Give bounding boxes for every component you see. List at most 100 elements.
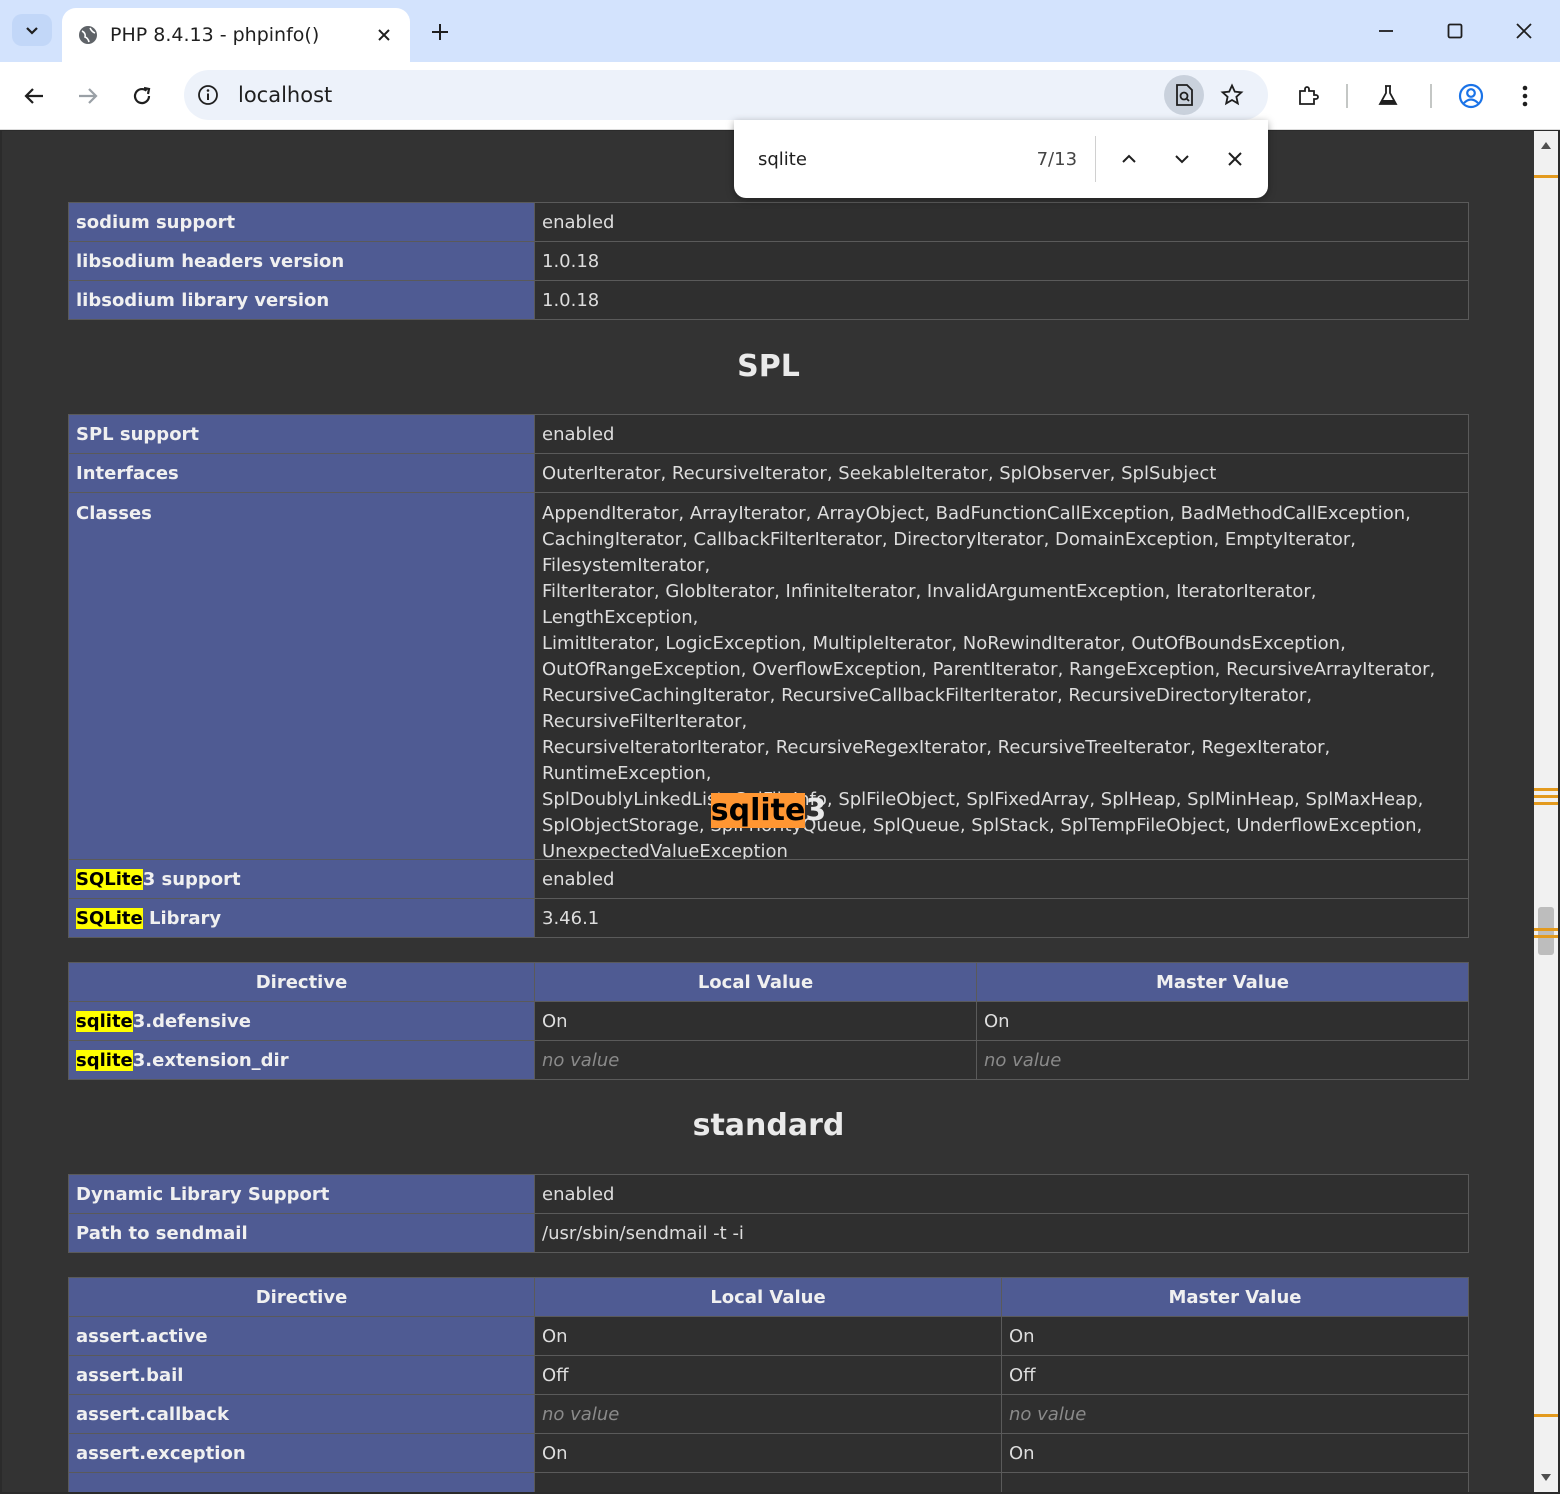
table-row: assert.exception On On bbox=[68, 1433, 1469, 1473]
find-input[interactable]: sqlite bbox=[758, 149, 971, 170]
row-value: enabled bbox=[534, 202, 1469, 242]
local-value: no value bbox=[534, 1040, 977, 1080]
labs-button[interactable] bbox=[1368, 76, 1408, 116]
find-match-marker bbox=[1534, 795, 1558, 798]
vertical-scrollbar[interactable] bbox=[1534, 131, 1558, 1492]
forward-button[interactable] bbox=[68, 76, 108, 116]
new-tab-button[interactable] bbox=[424, 16, 456, 48]
row-key-rest: 3 support bbox=[142, 868, 241, 890]
row-key: sodium support bbox=[68, 202, 535, 242]
table-header-row: Directive Local Value Master Value bbox=[68, 962, 1469, 1002]
column-header: Master Value bbox=[1001, 1277, 1469, 1317]
extensions-button[interactable] bbox=[1288, 76, 1328, 116]
classes-line: AppendIterator, ArrayIterator, ArrayObje… bbox=[542, 503, 1411, 524]
toolbar-separator bbox=[1430, 84, 1432, 108]
scroll-up-button[interactable] bbox=[1534, 133, 1558, 157]
minimize-icon bbox=[1379, 30, 1393, 32]
section-title-spl: SPL bbox=[737, 349, 800, 384]
classes-line: RecursiveCachingIterator, RecursiveCallb… bbox=[542, 685, 1313, 732]
chevron-down-icon bbox=[26, 27, 38, 35]
master-value: On bbox=[1001, 1316, 1469, 1356]
table-row: libsodium headers version 1.0.18 bbox=[68, 241, 1469, 281]
find-match-marker bbox=[1534, 788, 1558, 791]
table-row-partial bbox=[68, 1472, 1469, 1492]
address-bar[interactable]: localhost bbox=[184, 70, 1268, 120]
master-value bbox=[1001, 1472, 1469, 1492]
back-button[interactable] bbox=[14, 76, 54, 116]
row-value: /usr/sbin/sendmail -t -i bbox=[534, 1213, 1469, 1253]
table-row: SPL support enabled bbox=[68, 414, 1469, 454]
find-current-match: sqlite bbox=[710, 793, 806, 828]
sqlite3-directives-table: Directive Local Value Master Value sqlit… bbox=[68, 962, 1469, 1080]
tab-title: PHP 8.4.13 - phpinfo() bbox=[110, 24, 320, 46]
row-key: Interfaces bbox=[68, 453, 535, 493]
row-key: assert.exception bbox=[68, 1433, 535, 1473]
minimize-button[interactable] bbox=[1366, 14, 1406, 48]
page-viewport: sodium support enabled libsodium headers … bbox=[2, 131, 1534, 1492]
tab-close-button[interactable] bbox=[370, 21, 398, 49]
find-match: SQLite bbox=[76, 907, 143, 929]
row-key-rest: Library bbox=[142, 907, 222, 929]
close-icon bbox=[1516, 23, 1532, 39]
table-row: sodium support enabled bbox=[68, 202, 1469, 242]
find-previous-button[interactable] bbox=[1110, 139, 1149, 179]
zoom-page-icon bbox=[1176, 84, 1193, 106]
window-close-button[interactable] bbox=[1504, 14, 1544, 48]
row-value: 1.0.18 bbox=[534, 241, 1469, 281]
account-icon bbox=[1458, 83, 1484, 109]
find-close-button[interactable] bbox=[1215, 139, 1254, 179]
globe-icon bbox=[79, 26, 97, 44]
scroll-down-button[interactable] bbox=[1534, 1466, 1558, 1490]
row-key: SPL support bbox=[68, 414, 535, 454]
arrow-right-icon bbox=[79, 88, 98, 104]
row-value: enabled bbox=[534, 1174, 1469, 1214]
find-next-button[interactable] bbox=[1163, 139, 1202, 179]
table-row: SQLite Library 3.46.1 bbox=[68, 898, 1469, 938]
profile-button[interactable] bbox=[1451, 76, 1491, 116]
row-key: sqlite3.defensive bbox=[68, 1001, 535, 1041]
row-key: SQLite3 support bbox=[68, 859, 535, 899]
find-match-marker bbox=[1534, 928, 1558, 931]
row-key: libsodium library version bbox=[68, 280, 535, 320]
scrollbar-thumb[interactable] bbox=[1538, 907, 1554, 955]
row-key: libsodium headers version bbox=[68, 241, 535, 281]
table-row: Interfaces OuterIterator, RecursiveIterat… bbox=[68, 453, 1469, 493]
row-key: Path to sendmail bbox=[68, 1213, 535, 1253]
table-row: Dynamic Library Support enabled bbox=[68, 1174, 1469, 1214]
chevron-up-icon bbox=[1122, 154, 1137, 163]
info-icon bbox=[198, 85, 218, 105]
menu-button[interactable] bbox=[1505, 76, 1545, 116]
tab-search-button[interactable] bbox=[12, 14, 52, 46]
table-row: Path to sendmail/usr/sbin/sendmail -t -i bbox=[68, 1213, 1469, 1253]
local-value bbox=[534, 1472, 1002, 1492]
master-value: no value bbox=[1001, 1394, 1469, 1434]
master-value: On bbox=[1001, 1433, 1469, 1473]
find-match-marker bbox=[1534, 802, 1558, 805]
bookmark-button[interactable] bbox=[1212, 75, 1252, 115]
row-key: assert.active bbox=[68, 1316, 535, 1356]
row-key: SQLite Library bbox=[68, 898, 535, 938]
section-title-rest: 3 bbox=[805, 793, 827, 828]
reload-button[interactable] bbox=[122, 76, 162, 116]
table-row: sqlite3.extension_dir no value no value bbox=[68, 1040, 1469, 1080]
column-header: Local Value bbox=[534, 1277, 1002, 1317]
browser-tab-active[interactable]: PHP 8.4.13 - phpinfo() bbox=[62, 8, 410, 62]
triangle-up-icon bbox=[1541, 142, 1551, 149]
close-icon bbox=[1227, 152, 1242, 166]
row-key-rest: 3.defensive bbox=[132, 1010, 251, 1032]
site-info-button[interactable] bbox=[196, 83, 220, 107]
page-search-button[interactable] bbox=[1164, 75, 1204, 115]
row-key: assert.callback bbox=[68, 1394, 535, 1434]
table-row: libsodium library version 1.0.18 bbox=[68, 280, 1469, 320]
find-bar: sqlite 7/13 bbox=[734, 120, 1268, 198]
row-value: 1.0.18 bbox=[534, 280, 1469, 320]
column-header: Master Value bbox=[976, 962, 1469, 1002]
classes-line: FilterIterator, GlobIterator, InfiniteIt… bbox=[542, 581, 1317, 628]
find-match: SQLite bbox=[76, 868, 143, 890]
row-value: 3.46.1 bbox=[534, 898, 1469, 938]
url-text[interactable]: localhost bbox=[238, 83, 1268, 107]
maximize-button[interactable] bbox=[1435, 14, 1475, 48]
column-header: Directive bbox=[68, 1277, 535, 1317]
find-match-marker bbox=[1534, 175, 1558, 178]
find-match-marker bbox=[1534, 1414, 1558, 1417]
